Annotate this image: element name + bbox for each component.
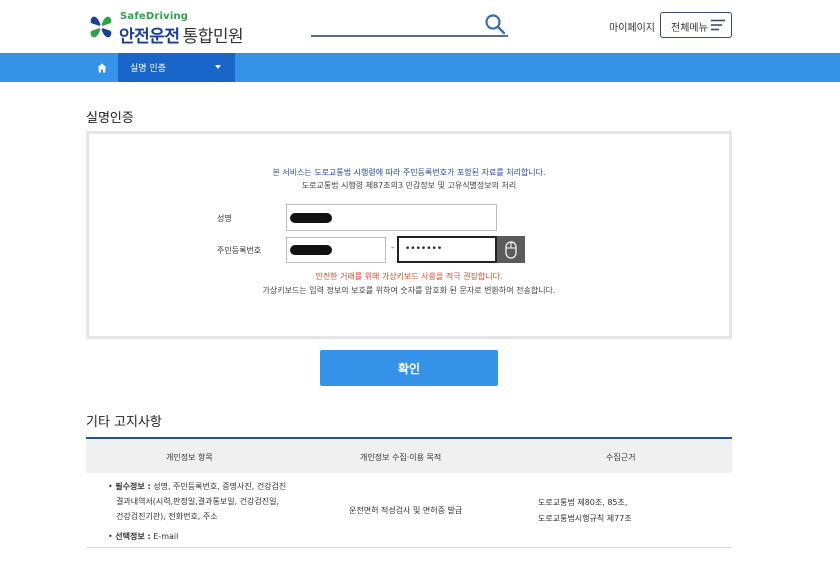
other-notices-title: 기타 고지사항 (86, 415, 162, 430)
logo-title: 안전운전 통합민원 (119, 22, 244, 47)
all-menu-label: 전체메뉴 (671, 23, 708, 34)
required-info-value: 성명, 주민등록번호, 증명사진, 건강검진 (150, 482, 287, 491)
mypage-link[interactable]: 마이페이지 (609, 19, 655, 34)
mouse-icon (505, 240, 517, 259)
page-title: 실명인증 (86, 111, 134, 126)
site-header: SafeDriving 안전운전 통합민원 마이페이지 전체메뉴 (0, 0, 840, 53)
collection-purpose: 운전면허 적성검사 및 면허증 발급 (349, 506, 463, 515)
home-button[interactable] (89, 53, 115, 82)
home-icon (97, 63, 107, 72)
confirm-button[interactable]: 확인 (320, 350, 498, 386)
rrn-front-field[interactable] (286, 237, 386, 263)
breadcrumb-current-dropdown[interactable]: 실명 인증 (118, 53, 235, 82)
breadcrumb-bar: 실명 인증 (0, 53, 840, 82)
rrn-label: 주민등록번호 (217, 246, 262, 255)
required-info-line-2: 결과내역서(시력,판정일,결과통보일, 건강검진일, (116, 497, 280, 506)
rrn-back-field[interactable]: ••••••• (397, 236, 497, 263)
service-notice: 본 서비스는 도로교통법 시행령에 따라 주민등록번호가 포함된 자료를 처리합… (272, 168, 546, 177)
logo-subtitle: SafeDriving (120, 11, 189, 22)
required-info-line-3: 건강검진기관), 전화번호, 주소 (116, 512, 218, 521)
virtual-keyboard-button[interactable] (497, 236, 525, 263)
name-label: 성명 (217, 214, 232, 223)
redacted-value (290, 213, 332, 223)
logo-title-suffix: 통합민원 (182, 27, 244, 47)
name-field[interactable] (286, 204, 497, 231)
table-header: 개인정보 항목 개인정보 수집·이용 목적 수집근거 (86, 437, 732, 473)
hamburger-icon (711, 19, 725, 31)
rrn-separator: - (391, 243, 395, 253)
breadcrumb-current-label: 실명 인증 (130, 64, 166, 74)
clover-logo-icon (90, 16, 112, 38)
search-input[interactable] (311, 12, 481, 35)
virtual-keyboard-warning: 안전한 거래를 위해 가상키보드 사용을 적극 권장합니다. (315, 272, 503, 281)
table-row: • 필수정보 : 성명, 주민등록번호, 증명사진, 건강검진 결과내역서(시력… (86, 473, 732, 548)
legal-basis-line-2: 도로교통법시행규칙 제77조 (538, 514, 632, 523)
real-name-auth-form: 본 서비스는 도로교통법 시행령에 따라 주민등록번호가 포함된 자료를 처리합… (86, 131, 732, 339)
all-menu-button[interactable]: 전체메뉴 (660, 12, 732, 38)
column-header: 개인정보 항목 (166, 453, 213, 462)
column-header: 개인정보 수집·이용 목적 (360, 453, 442, 462)
search-bar (311, 12, 508, 37)
redacted-value (290, 245, 332, 255)
site-logo[interactable]: SafeDriving 안전운전 통합민원 (86, 10, 256, 47)
column-header: 수집근거 (606, 453, 636, 462)
logo-title-main: 안전운전 (119, 27, 180, 47)
optional-info-line: • 선택정보 : E-mail (108, 532, 179, 541)
optional-info-value: E-mail (150, 532, 179, 541)
virtual-keyboard-note: 가상키보드는 입력 정보의 보호를 위하여 숫자를 암호화 된 문자로 변환하여… (262, 286, 556, 295)
search-icon[interactable] (484, 13, 506, 35)
optional-info-label: 선택정보 : (115, 532, 151, 541)
chevron-down-icon (215, 65, 221, 69)
required-info-line: • 필수정보 : 성명, 주민등록번호, 증명사진, 건강검진 (108, 482, 287, 491)
legal-basis-notice: 도로교통법 시행령 제87조의3 민감정보 및 고유식별정보의 처리 (301, 181, 517, 190)
legal-basis-line-1: 도로교통법 제80조, 85조, (538, 498, 628, 507)
required-info-label: 필수정보 : (115, 482, 151, 491)
